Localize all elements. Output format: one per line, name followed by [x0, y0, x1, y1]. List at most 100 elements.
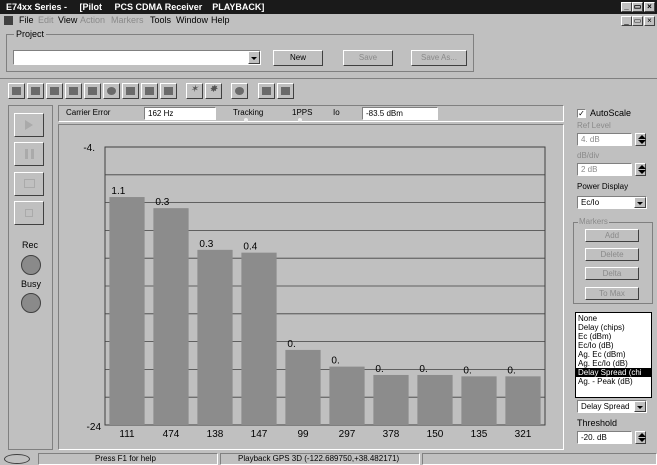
x-tick-label: 297 — [339, 429, 356, 440]
save-as-button[interactable]: Save As... — [411, 50, 467, 66]
autoscale-label: AutoScale — [590, 108, 632, 118]
child-restore-button[interactable]: ▭ — [632, 16, 643, 26]
bar-150 — [417, 374, 453, 425]
bar-value-label: 0.3 — [155, 197, 169, 208]
pause-button[interactable] — [14, 142, 44, 166]
project-label: Project — [14, 29, 47, 39]
menu-edit[interactable]: Edit — [38, 14, 54, 27]
marker-add-button[interactable]: Add — [585, 229, 639, 242]
status-bar: Press F1 for help Playback GPS 3D (-122.… — [0, 453, 657, 465]
spectrum-icon[interactable] — [65, 83, 82, 99]
bar-321 — [505, 376, 541, 425]
dropdown-option[interactable]: Ag. - Peak (dB) — [576, 377, 651, 386]
io-label: Io — [333, 108, 340, 117]
bar-value-label: 0. — [375, 364, 383, 375]
x-tick-label: 378 — [383, 429, 400, 440]
document-icon[interactable] — [258, 83, 275, 99]
marker-delta-button[interactable]: Delta — [585, 267, 639, 280]
bar-shade-dropdown-list[interactable]: None Delay (chips) Ec (dBm) Ec/Io (dB) A… — [575, 312, 652, 398]
project-select[interactable] — [13, 50, 261, 65]
bar-value-label: 1.1 — [111, 186, 125, 197]
bar-shade-dropdown-button[interactable] — [634, 401, 646, 412]
bar-297 — [329, 366, 365, 425]
grid-icon[interactable] — [141, 83, 158, 99]
dropdown-option[interactable]: Ec (dBm) — [576, 332, 651, 341]
bar-value-label: 0. — [463, 365, 471, 376]
new-button[interactable]: New — [273, 50, 323, 66]
table-icon[interactable] — [27, 83, 44, 99]
child-close-button[interactable]: × — [644, 16, 655, 26]
carrier-error-label: Carrier Error — [66, 108, 111, 117]
ref-level-field[interactable]: 4. dB — [577, 133, 632, 146]
marker-delete-button[interactable]: Delete — [585, 248, 639, 261]
menu-window[interactable]: Window — [176, 14, 208, 27]
gear-icon[interactable] — [231, 83, 248, 99]
stop-button[interactable] — [14, 201, 44, 225]
bar-value-label: 0.3 — [199, 239, 213, 250]
threshold-spinner[interactable] — [635, 431, 646, 444]
bar-value-label: 0. — [287, 339, 295, 350]
play-icon — [25, 120, 33, 130]
restore-button[interactable]: ▭ — [632, 2, 643, 12]
meter-icon[interactable] — [8, 83, 25, 99]
app-menu-icon[interactable] — [4, 16, 13, 25]
menu-view[interactable]: View — [58, 14, 77, 27]
split-view-icon[interactable] — [122, 83, 139, 99]
close-button[interactable]: × — [644, 2, 655, 12]
threshold-label: Threshold — [577, 418, 618, 428]
status-help-text: Press F1 for help — [95, 454, 156, 463]
minimize-button[interactable]: _ — [621, 2, 632, 12]
tracking-label: Tracking — [233, 108, 264, 117]
bar-value-label: 0. — [419, 364, 427, 375]
menu-markers[interactable]: Markers — [111, 14, 144, 27]
chart-icon[interactable] — [84, 83, 101, 99]
x-tick-labels: 111 474 138 147 99 297 378 150 135 321 — [119, 429, 531, 440]
dropdown-option[interactable]: None — [576, 314, 651, 323]
bar-value-label: 0.4 — [243, 242, 257, 253]
rec-indicator — [21, 255, 41, 275]
chevron-down-icon — [635, 402, 646, 413]
db-div-label: dB/div — [577, 151, 600, 160]
y-tick-top: -4. — [83, 143, 95, 154]
record-frame-button[interactable] — [14, 172, 44, 196]
play-button[interactable] — [14, 113, 44, 137]
ref-level-spinner[interactable] — [635, 133, 646, 146]
bar-value-label: 0. — [331, 356, 339, 367]
documents-icon[interactable] — [277, 83, 294, 99]
star-outline-icon[interactable]: ✸ — [205, 83, 222, 99]
db-div-field[interactable]: 2 dB — [577, 163, 632, 176]
menu-file[interactable]: File — [19, 14, 34, 27]
dropdown-option[interactable]: Ag. Ec/Io (dB) — [576, 359, 651, 368]
marker-to-max-button[interactable]: To Max — [585, 287, 639, 300]
tracking-led — [244, 118, 248, 122]
bar-graph-icon[interactable] — [46, 83, 63, 99]
x-tick-label: 150 — [427, 429, 444, 440]
scroll-icon[interactable] — [160, 83, 177, 99]
power-display-dropdown-button[interactable] — [634, 197, 646, 208]
project-dropdown-button[interactable] — [248, 51, 260, 64]
x-tick-label: 321 — [515, 429, 532, 440]
bar-147 — [241, 252, 277, 425]
dropdown-option[interactable]: Delay (chips) — [576, 323, 651, 332]
autoscale-checkbox[interactable]: ✓ — [577, 109, 586, 118]
busy-indicator — [21, 293, 41, 313]
status-oval-icon — [4, 454, 30, 464]
dropdown-option[interactable]: Ec/Io (dB) — [576, 341, 651, 350]
pps-led — [298, 118, 302, 122]
menu-help[interactable]: Help — [211, 14, 230, 27]
star-icon[interactable]: ✶ — [186, 83, 203, 99]
globe-icon[interactable] — [103, 83, 120, 99]
dropdown-option[interactable]: Ag. Ec (dBm) — [576, 350, 651, 359]
db-div-spinner[interactable] — [635, 163, 646, 176]
stop-icon — [25, 209, 33, 217]
threshold-field[interactable]: -20. dB — [577, 431, 632, 444]
dropdown-option-selected[interactable]: Delay Spread (chi — [576, 368, 651, 377]
x-tick-label: 99 — [297, 429, 309, 440]
pps-label: 1PPS — [292, 108, 313, 117]
markers-label: Markers — [578, 217, 609, 226]
save-button[interactable]: Save — [343, 50, 393, 66]
menu-tools[interactable]: Tools — [150, 14, 171, 27]
child-minimize-button[interactable]: _ — [621, 16, 632, 26]
menu-action[interactable]: Action — [80, 14, 105, 27]
window-title: E74xx Series - [Pilot PCS CDMA Receiver … — [6, 2, 265, 12]
